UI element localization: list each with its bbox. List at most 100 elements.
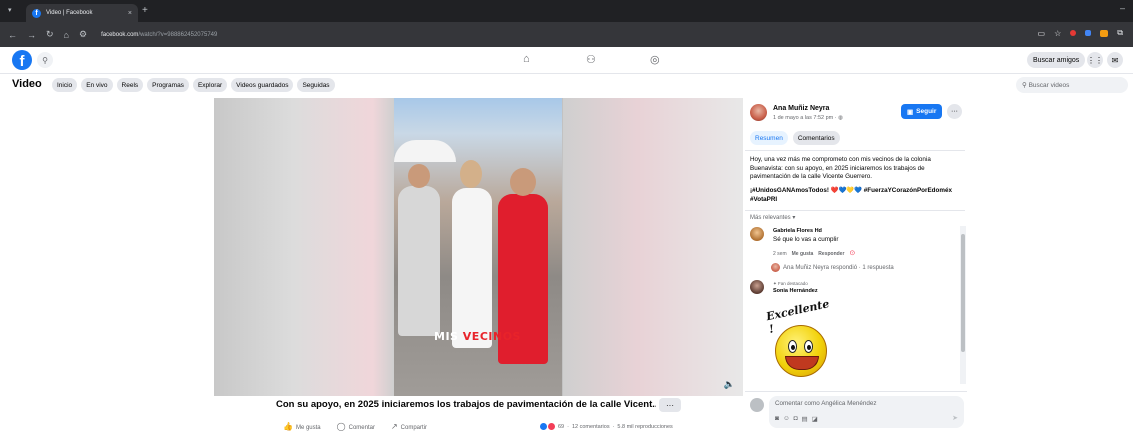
avatar-sticker-icon[interactable]: ◙ (775, 415, 779, 423)
reload-icon[interactable]: ↻ (46, 29, 54, 40)
commenter-name[interactable]: Sonia Hernández (773, 288, 818, 294)
person-head (460, 160, 482, 188)
thumbs-up-icon: 👍 (283, 422, 293, 431)
back-arrow-icon[interactable]: ← (8, 30, 17, 40)
new-tab-button[interactable]: + (142, 5, 148, 16)
comment-input-placeholder: Comentar como Angélica Menéndez (775, 400, 877, 407)
video-section-title: Video (12, 78, 42, 90)
tab-programas[interactable]: Programas (147, 78, 189, 92)
video-search-placeholder: Buscar videos (1028, 81, 1070, 89)
tab-seguidas[interactable]: Seguidas (297, 78, 335, 92)
extension-blue-icon[interactable] (1085, 30, 1092, 36)
tab-search-icon[interactable]: ▾ (8, 6, 12, 14)
video-search-input[interactable]: ⚲ Buscar videos (1016, 77, 1128, 93)
view-replies-link[interactable]: Ana Muñiz Neyra respondió · 1 respuesta (771, 263, 894, 272)
find-friends-button[interactable]: Buscar amigos (1027, 52, 1086, 68)
home-nav-icon[interactable]: ⌂ (523, 53, 530, 65)
post-text: Hoy, una vez más me comprometo con mis v… (750, 156, 931, 180)
follow-label: Seguir (916, 108, 937, 115)
comment-like-button[interactable]: Me gusta (792, 251, 814, 257)
current-user-avatar[interactable] (750, 398, 764, 412)
minimize-window-icon[interactable]: – (1120, 3, 1125, 13)
sticker-icon[interactable]: ◪ (812, 415, 818, 423)
comment-sort-dropdown[interactable]: Más relevantes ▾ (750, 214, 795, 221)
like-button[interactable]: 👍 Me gusta (283, 422, 321, 431)
commenter-avatar[interactable] (750, 227, 764, 241)
tab-videos-guardados[interactable]: Videos guardados (231, 78, 294, 92)
extension-orange-icon[interactable] (1100, 29, 1109, 37)
video-actions: 👍 Me gusta ◯ Comentar ↗ Compartir (283, 422, 427, 431)
comments-scrollbar[interactable] (960, 226, 966, 384)
post-more-button[interactable]: ··· (947, 104, 962, 119)
gif-icon[interactable]: ▤ (802, 415, 808, 423)
camera-icon[interactable]: ◘ (794, 415, 798, 423)
bookmark-star-icon[interactable]: ☆ (1054, 29, 1061, 38)
close-tab-icon[interactable]: × (128, 10, 132, 17)
tab-explorar[interactable]: Explorar (192, 78, 228, 92)
person-figure (398, 186, 440, 336)
search-icon[interactable]: ⚲ (37, 52, 53, 68)
comment-input-icons: ◙ ☺ ◘ ▤ ◪ (775, 415, 818, 423)
tab-en-vivo[interactable]: En vivo (81, 78, 113, 92)
reply-author-avatar (771, 263, 780, 272)
home-icon[interactable]: ⌂ (64, 30, 69, 40)
emoji-icon[interactable]: ☺ (783, 415, 790, 423)
comment-reply-button[interactable]: Responder (818, 251, 844, 257)
browser-extension-icons: ▭ ☆ ⧉ (1038, 28, 1123, 38)
facebook-logo-icon[interactable]: f (12, 50, 32, 70)
stats-separator: · (612, 423, 615, 430)
tab-comentarios[interactable]: Comentarios (792, 131, 840, 145)
extension-red-icon[interactable] (1070, 30, 1077, 36)
reaction-count[interactable]: 69 (558, 424, 564, 430)
commenter-name[interactable]: Gabriela Flores Hd (773, 228, 822, 234)
comments-list: Gabriela Flores Hd Sé que lo vas a cumpl… (745, 223, 967, 388)
replies-summary: Ana Muñiz Neyra respondió · 1 respuesta (783, 264, 894, 271)
url-field[interactable]: facebook.com/watch/?v=988862452075749 (101, 32, 217, 38)
stats-separator: · (567, 423, 569, 430)
send-icon[interactable]: ➤ (952, 414, 958, 422)
messenger-icon[interactable]: ✉ (1107, 52, 1123, 68)
browser-tab[interactable]: f Video | Facebook × (26, 4, 138, 22)
author-name[interactable]: Ana Muñiz Neyra (773, 105, 829, 112)
person-head (408, 164, 430, 188)
friends-nav-icon[interactable]: ⚇ (586, 53, 596, 66)
comment-input[interactable]: Comentar como Angélica Menéndez ◙ ☺ ◘ ▤ … (769, 396, 964, 428)
video-player[interactable]: MIS VECINOS 🔈 (214, 98, 743, 396)
volume-icon[interactable]: 🔈 (724, 379, 735, 390)
video-tabs: Inicio En vivo Reels Programas Explorar … (52, 78, 335, 92)
author-avatar[interactable] (750, 104, 767, 121)
post-date[interactable]: 1 de mayo a las 7:52 pm · ◍ (773, 115, 843, 121)
comment-time[interactable]: 2 sem (773, 251, 787, 257)
share-icon: ↗ (390, 422, 398, 431)
divider (745, 210, 965, 211)
tab-resumen[interactable]: Resumen (750, 131, 788, 145)
follow-button[interactable]: ▣ Seguir (901, 104, 943, 119)
share-button[interactable]: ↗ Compartir (391, 422, 427, 431)
extensions-puzzle-icon[interactable]: ⧉ (1117, 28, 1123, 38)
divider (745, 150, 965, 151)
site-settings-icon[interactable]: ⚙ (79, 29, 87, 40)
video-more-button[interactable]: ··· (659, 398, 681, 412)
scrollbar-thumb[interactable] (961, 234, 965, 352)
post-hashtags[interactable]: ¡#UnidosGANAmosTodos! ❤️💙💛💙 #FuerzaYCora… (750, 187, 962, 204)
sticker-pupil (791, 345, 795, 350)
forward-arrow-icon[interactable]: → (27, 30, 36, 40)
tab-reels[interactable]: Reels (116, 78, 144, 92)
sticker-mouth (785, 356, 819, 370)
commenter-avatar[interactable] (750, 280, 764, 294)
menu-grid-icon[interactable]: ⋮⋮ (1087, 52, 1103, 68)
comments-count[interactable]: 12 comentarios (572, 424, 610, 430)
caption-red-text: VECINOS (462, 330, 521, 343)
url-path: /watch/?v=988862452075749 (138, 31, 218, 38)
comment-icon: ◯ (336, 422, 346, 431)
tab-inicio[interactable]: Inicio (52, 78, 78, 92)
love-reaction-icon (548, 423, 555, 430)
divider (745, 391, 967, 392)
cast-icon[interactable]: ▭ (1038, 29, 1046, 38)
comment-button[interactable]: ◯ Comentar (337, 422, 375, 431)
sticker-eye (804, 340, 813, 353)
follow-icon: ▣ (907, 108, 914, 116)
groups-nav-icon[interactable]: ◎ (650, 53, 660, 66)
video-title: Con su apoyo, en 2025 iniciaremos los tr… (276, 399, 656, 410)
video-caption: MIS VECINOS (434, 330, 521, 343)
